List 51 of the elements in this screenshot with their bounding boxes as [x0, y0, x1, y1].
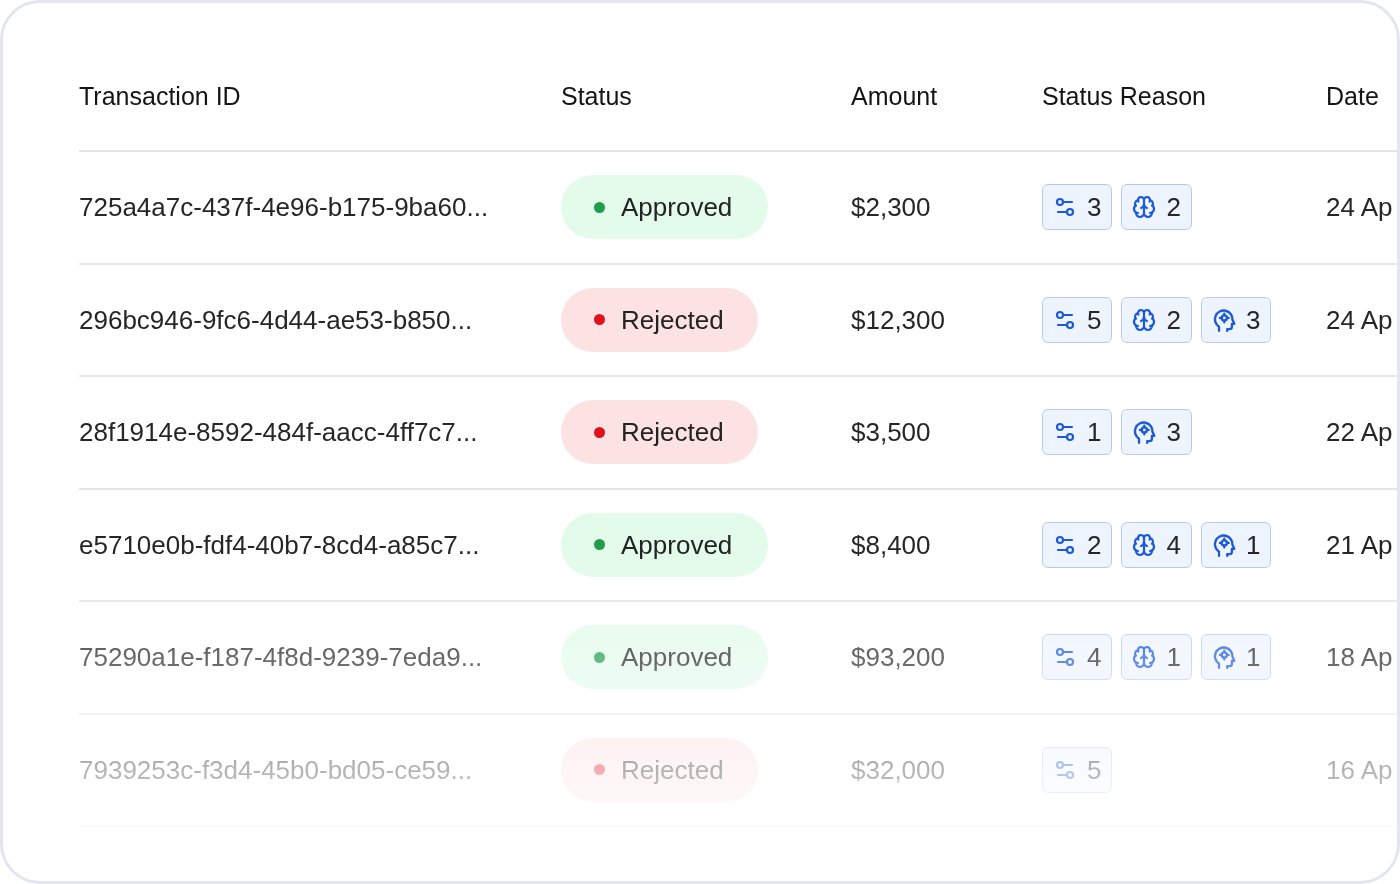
- reason-count: 3: [1166, 419, 1181, 446]
- transaction-id: e5710e0b-fdf4-40b7-8cd4-a85c7...: [79, 531, 480, 558]
- amount: $32,000: [851, 756, 945, 783]
- head-gear-icon: [1211, 307, 1236, 332]
- transaction-id: 75290a1e-f187-4f8d-9239-7eda9...: [79, 644, 483, 671]
- date: 24 Ap: [1326, 194, 1393, 221]
- transaction-id: 725a4a7c-437f-4e96-b175-9ba60...: [79, 194, 489, 221]
- reason-count: 1: [1245, 644, 1261, 671]
- brain-icon: [1132, 195, 1157, 220]
- column-header: Date: [1326, 84, 1379, 109]
- reason-count: 1: [1166, 644, 1181, 671]
- amount: $12,300: [851, 306, 945, 333]
- head-gear-icon: [1211, 645, 1236, 670]
- reason-count: 1: [1245, 531, 1261, 558]
- column-header: Status Reason: [1042, 84, 1206, 109]
- column-header: Transaction ID: [79, 84, 241, 109]
- column-header: Status: [561, 84, 632, 109]
- reason-count: 5: [1087, 306, 1102, 333]
- transaction-id: 28f1914e-8592-484f-aacc-4ff7c7...: [79, 419, 478, 446]
- status-label: Approved: [621, 531, 733, 558]
- date: 18 Ap: [1326, 644, 1393, 671]
- reason-count: 2: [1087, 531, 1102, 558]
- date: 16 Ap: [1326, 756, 1393, 783]
- reason-count: 1: [1087, 419, 1102, 446]
- amount: $3,500: [851, 419, 931, 446]
- amount: $8,400: [851, 531, 931, 558]
- date: 21 Ap: [1326, 531, 1393, 558]
- amount: $93,200: [851, 644, 945, 671]
- status-label: Approved: [621, 644, 733, 671]
- reason-count: 3: [1087, 194, 1102, 221]
- amount: $2,300: [851, 194, 931, 221]
- reason-count: 2: [1166, 194, 1181, 221]
- reason-count: 4: [1087, 644, 1102, 671]
- status-label: Rejected: [621, 419, 724, 446]
- brain-icon: [1132, 307, 1157, 332]
- head-gear-icon: [1211, 532, 1236, 557]
- column-header: Amount: [851, 84, 938, 109]
- reason-count: 4: [1166, 531, 1181, 558]
- reason-count: 3: [1245, 306, 1261, 333]
- date: 24 Ap: [1326, 306, 1393, 333]
- status-label: Rejected: [621, 306, 724, 333]
- status-label: Rejected: [621, 756, 724, 783]
- status-label: Approved: [621, 194, 733, 221]
- transaction-id: 296bc946-9fc6-4d44-ae53-b850...: [79, 306, 473, 333]
- transaction-id: 7939253c-f3d4-45b0-bd05-ce59...: [79, 756, 473, 783]
- reason-count: 5: [1087, 756, 1102, 783]
- brain-icon: [1132, 645, 1157, 670]
- reason-count: 2: [1166, 306, 1181, 333]
- date: 22 Ap: [1326, 419, 1393, 446]
- brain-icon: [1132, 532, 1157, 557]
- head-gear-icon: [1132, 420, 1157, 445]
